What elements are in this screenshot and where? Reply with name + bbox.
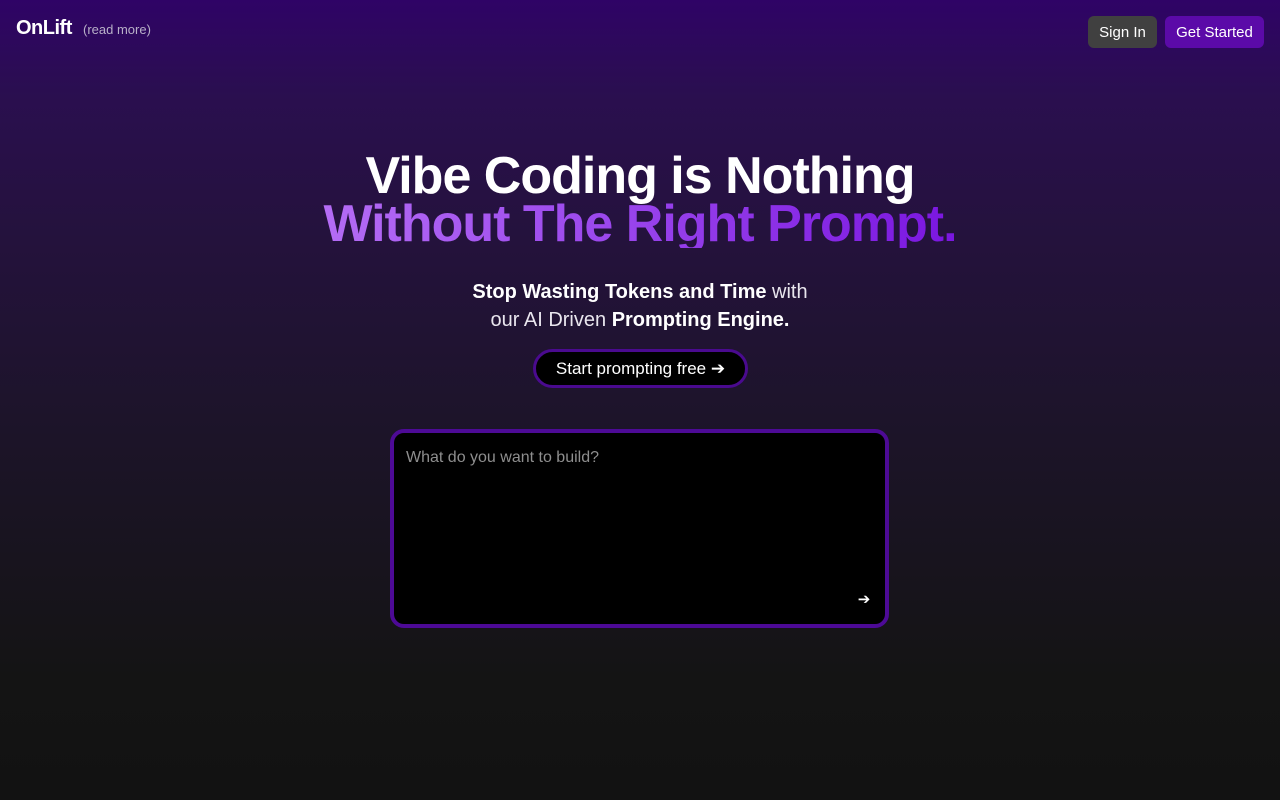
top-navigation-bar: OnLift (read more) Sign In Get Started (0, 0, 1280, 64)
subtitle-text-with: with (766, 281, 808, 303)
hero-heading: Vibe Coding is Nothing Without The Right… (0, 147, 1280, 253)
hero-heading-line-1: Vibe Coding is Nothing (365, 147, 915, 205)
prompt-box: ➔ (390, 429, 889, 628)
hero-heading-line-2: Without The Right Prompt. (323, 195, 957, 253)
subtitle-text-ai-driven: our AI Driven (490, 309, 612, 331)
subtitle-emphasis-tokens: Stop Wasting Tokens and Time (472, 281, 767, 303)
subtitle-line-1: Stop Wasting Tokens and Time with (0, 278, 1280, 306)
get-started-button[interactable]: Get Started (1165, 16, 1264, 48)
hero-subtitle: Stop Wasting Tokens and Time with our AI… (0, 278, 1280, 334)
prompt-input[interactable] (406, 449, 876, 599)
read-more-link[interactable]: (read more) (83, 22, 151, 37)
brand-logo[interactable]: OnLift (16, 17, 72, 40)
start-prompting-button[interactable]: Start prompting free ➔ (533, 349, 748, 388)
subtitle-line-2: our AI Driven Prompting Engine. (0, 306, 1280, 334)
subtitle-emphasis-engine: Prompting Engine. (611, 309, 790, 331)
arrow-right-icon[interactable]: ➔ (853, 588, 875, 610)
sign-in-button[interactable]: Sign In (1088, 16, 1157, 48)
